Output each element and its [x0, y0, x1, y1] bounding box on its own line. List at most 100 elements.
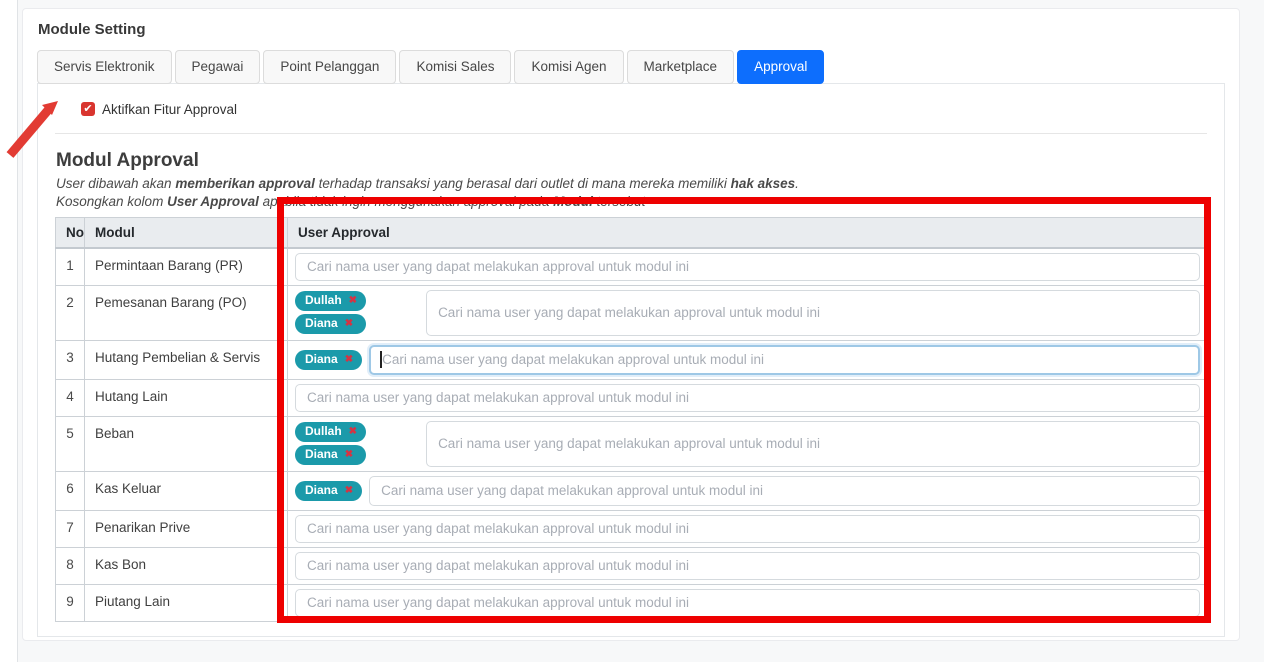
- user-search-wrap: [426, 421, 1200, 467]
- user-search-wrap: [295, 515, 1200, 543]
- user-approval-cell: [295, 253, 1200, 281]
- row-number: 9: [56, 584, 85, 621]
- table-row: 5 Beban Dullah✖Diana✖: [56, 416, 1208, 471]
- approval-table: No Modul User Approval 1 Permintaan Bara…: [55, 217, 1208, 622]
- user-search-input[interactable]: [426, 421, 1200, 467]
- user-tag-label: Diana: [305, 448, 338, 461]
- user-tag-dullah: Dullah ✖: [295, 422, 366, 442]
- user-tag-label: Dullah: [305, 294, 342, 307]
- user-tag-list: Diana ✖: [295, 350, 362, 370]
- user-approval-cell: Dullah✖Diana✖: [295, 421, 1200, 467]
- module-name: Beban: [85, 416, 288, 471]
- module-setting-card: Module Setting Servis ElektronikPegawaiP…: [22, 8, 1240, 641]
- user-search-input[interactable]: [369, 476, 1200, 506]
- user-tag-label: Diana: [305, 484, 338, 497]
- user-tag-label: Diana: [305, 317, 338, 330]
- user-tag-label: Dullah: [305, 425, 342, 438]
- tab-komisi-sales[interactable]: Komisi Sales: [399, 50, 511, 84]
- remove-user-icon[interactable]: ✖: [349, 295, 357, 306]
- approval-checkbox[interactable]: ✔: [81, 102, 95, 116]
- user-search-wrap: [369, 345, 1200, 375]
- table-row: 8 Kas Bon: [56, 547, 1208, 584]
- user-search-input[interactable]: [426, 290, 1200, 336]
- user-approval-cell: Dullah✖Diana✖: [295, 290, 1200, 336]
- approval-tab-panel: ✔ Aktifkan Fitur Approval Modul Approval…: [37, 83, 1225, 637]
- user-tag-diana: Diana ✖: [295, 350, 362, 370]
- module-name: Kas Keluar: [85, 471, 288, 510]
- module-name: Pemesanan Barang (PO): [85, 285, 288, 340]
- remove-user-icon[interactable]: ✖: [345, 485, 353, 496]
- remove-user-icon[interactable]: ✖: [345, 318, 353, 329]
- section-divider: [55, 133, 1207, 134]
- user-tag-label: Diana: [305, 353, 338, 366]
- module-name: Penarikan Prive: [85, 510, 288, 547]
- user-tag-dullah: Dullah ✖: [295, 291, 366, 311]
- user-approval-cell: [295, 552, 1200, 580]
- module-name: Piutang Lain: [85, 584, 288, 621]
- left-edge-divider: [0, 0, 18, 662]
- tab-approval[interactable]: Approval: [737, 50, 824, 84]
- user-search-wrap: [369, 476, 1200, 506]
- user-search-wrap: [295, 552, 1200, 580]
- tab-komisi-agen[interactable]: Komisi Agen: [514, 50, 623, 84]
- row-number: 5: [56, 416, 85, 471]
- user-tag-diana: Diana ✖: [295, 314, 366, 334]
- user-search-wrap: [295, 253, 1200, 281]
- tab-pegawai[interactable]: Pegawai: [175, 50, 261, 84]
- row-number: 2: [56, 285, 85, 340]
- user-search-input[interactable]: [295, 384, 1200, 412]
- user-approval-cell: [295, 384, 1200, 412]
- description-line-2: Kosongkan kolom User Approval apabila ti…: [56, 193, 1207, 212]
- table-row: 6 Kas Keluar Diana ✖: [56, 471, 1208, 510]
- table-row: 7 Penarikan Prive: [56, 510, 1208, 547]
- user-approval-cell: Diana ✖: [295, 345, 1200, 375]
- table-row: 1 Permintaan Barang (PR): [56, 248, 1208, 286]
- approval-checkbox-label: Aktifkan Fitur Approval: [102, 102, 237, 117]
- remove-user-icon[interactable]: ✖: [345, 354, 353, 365]
- user-search-input[interactable]: [295, 589, 1200, 617]
- remove-user-icon[interactable]: ✖: [345, 449, 353, 460]
- enable-approval-row: ✔ Aktifkan Fitur Approval: [81, 102, 1207, 117]
- row-number: 6: [56, 471, 85, 510]
- user-search-input[interactable]: [295, 253, 1200, 281]
- table-row: 2 Pemesanan Barang (PO) Dullah✖Diana✖: [56, 285, 1208, 340]
- user-approval-cell: Diana ✖: [295, 476, 1200, 506]
- tab-bar: Servis ElektronikPegawaiPoint PelangganK…: [37, 50, 1225, 84]
- table-row: 4 Hutang Lain: [56, 379, 1208, 416]
- user-tag-list: Diana ✖: [295, 481, 362, 501]
- user-search-input[interactable]: [295, 515, 1200, 543]
- user-tag-list: Dullah✖Diana✖: [295, 422, 366, 465]
- user-tag-diana: Diana ✖: [295, 445, 366, 465]
- approval-table-body: 1 Permintaan Barang (PR) 2 Pemesanan Bar…: [56, 248, 1208, 622]
- table-row: 9 Piutang Lain: [56, 584, 1208, 621]
- user-tag-list: Dullah✖Diana✖: [295, 291, 366, 334]
- user-tag-diana: Diana ✖: [295, 481, 362, 501]
- page-title: Module Setting: [38, 21, 1225, 38]
- row-number: 7: [56, 510, 85, 547]
- table-header-row: No Modul User Approval: [56, 217, 1208, 248]
- tab-marketplace[interactable]: Marketplace: [627, 50, 735, 84]
- row-number: 8: [56, 547, 85, 584]
- description-line-1: User dibawah akan memberikan approval te…: [56, 175, 1207, 194]
- table-row: 3 Hutang Pembelian & Servis Diana ✖: [56, 340, 1208, 379]
- user-search-wrap: [295, 589, 1200, 617]
- user-approval-cell: [295, 515, 1200, 543]
- tab-servis-elektronik[interactable]: Servis Elektronik: [37, 50, 172, 84]
- row-number: 4: [56, 379, 85, 416]
- user-search-input[interactable]: [295, 552, 1200, 580]
- header-user-approval: User Approval: [288, 217, 1208, 248]
- module-name: Hutang Pembelian & Servis: [85, 340, 288, 379]
- tab-point-pelanggan[interactable]: Point Pelanggan: [263, 50, 396, 84]
- header-no: No: [56, 217, 85, 248]
- module-name: Hutang Lain: [85, 379, 288, 416]
- row-number: 3: [56, 340, 85, 379]
- user-approval-cell: [295, 589, 1200, 617]
- user-search-wrap: [426, 290, 1200, 336]
- header-modul: Modul: [85, 217, 288, 248]
- row-number: 1: [56, 248, 85, 286]
- remove-user-icon[interactable]: ✖: [349, 426, 357, 437]
- user-search-input[interactable]: [369, 345, 1200, 375]
- section-title: Modul Approval: [56, 150, 1207, 172]
- module-name: Kas Bon: [85, 547, 288, 584]
- user-search-wrap: [295, 384, 1200, 412]
